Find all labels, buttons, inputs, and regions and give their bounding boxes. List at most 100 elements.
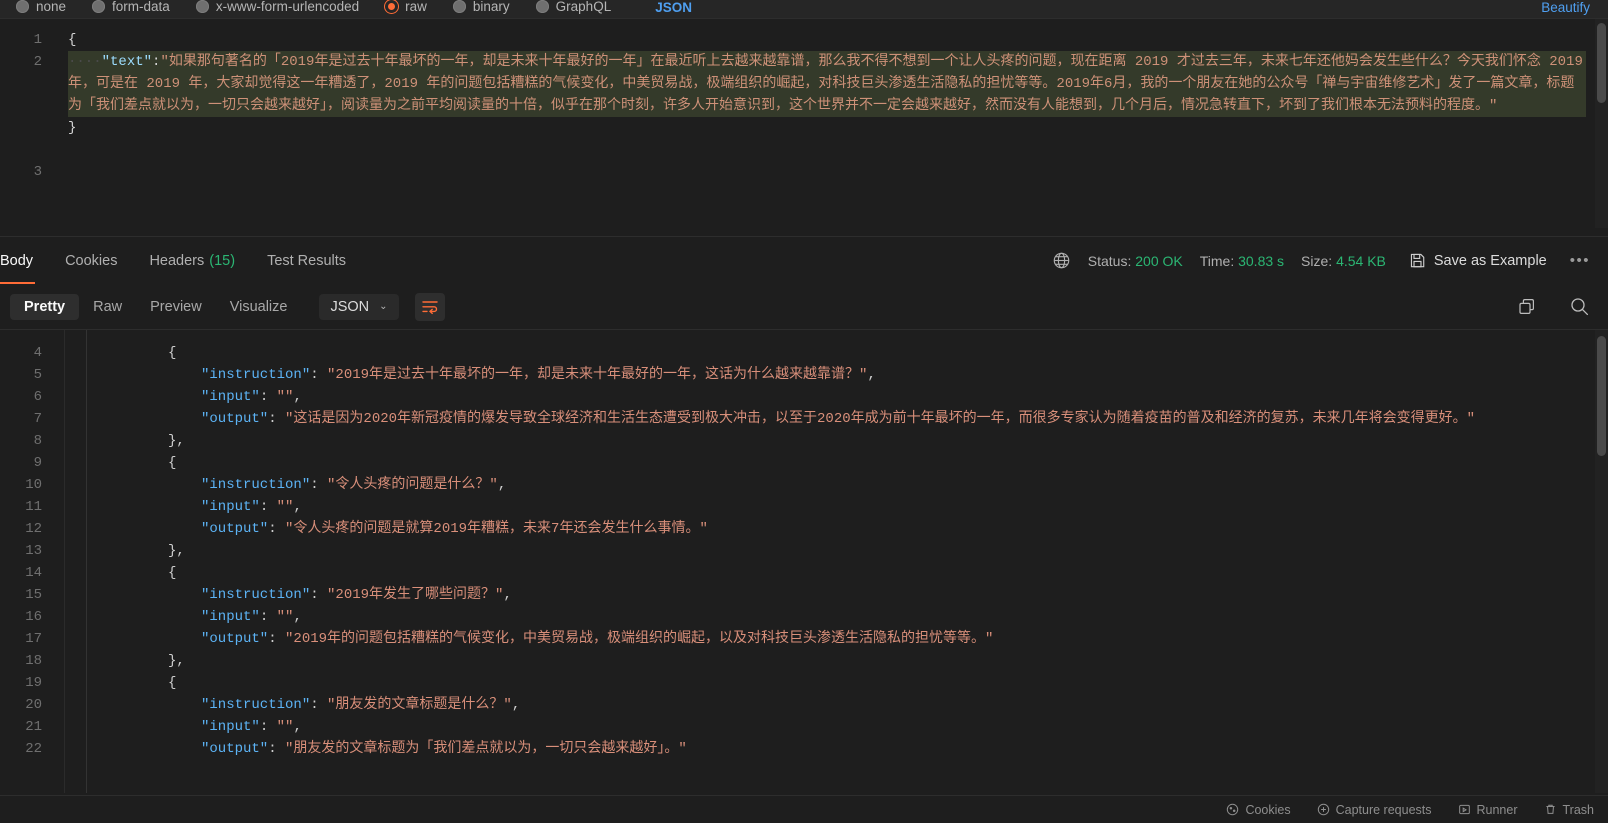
body-type-binary[interactable]: binary — [452, 0, 510, 18]
tab-headers[interactable]: Headers (15) — [133, 237, 251, 285]
request-body-editor[interactable]: 1 2 3 { ····"text":"如果那句著名的「2019年是过去十年最坏… — [0, 18, 1608, 228]
statusbar-label: Runner — [1476, 802, 1518, 817]
body-type-x-www-form-urlencoded[interactable]: x-www-form-urlencoded — [195, 0, 359, 18]
view-tab-visualize[interactable]: Visualize — [216, 294, 302, 320]
request-body-type-row: none form-data x-www-form-urlencoded raw… — [0, 0, 1608, 18]
request-code-line-3: } — [68, 117, 1586, 139]
response-code-line: }, — [102, 430, 1586, 452]
tab-test-results[interactable]: Test Results — [251, 237, 362, 285]
response-line-numbers: 4 5 6 7 8 9 10 11 12 13 14 15 16 17 18 19 20 21 22 — [0, 330, 56, 793]
statusbar-cookies[interactable]: Cookies — [1226, 802, 1291, 817]
statusbar-label: Cookies — [1245, 802, 1291, 817]
beautify-button[interactable]: Beautify — [1541, 0, 1590, 15]
json-key: "output" — [201, 741, 269, 757]
json-punc: , — [503, 587, 512, 603]
json-key: "input" — [201, 499, 260, 515]
statusbar-runner[interactable]: Runner — [1458, 803, 1518, 817]
body-type-label: none — [36, 0, 67, 14]
response-toolbar-actions — [1517, 296, 1590, 317]
request-code-line-1: { — [68, 29, 1586, 51]
line-number: 16 — [25, 609, 42, 625]
tab-body[interactable]: Body — [0, 237, 49, 285]
response-code-line: "output": "令人头疼的问题是就算2019年糟糕，未来7年还会发生什么事… — [102, 518, 1586, 540]
request-scrollbar-thumb[interactable] — [1597, 23, 1606, 103]
json-punc: : — [259, 719, 277, 735]
response-meta: Status: 200 OK Time: 30.83 s Size: 4.54 … — [1052, 251, 1590, 270]
json-key: "instruction" — [201, 367, 311, 383]
response-body-viewer[interactable]: 4 5 6 7 8 9 10 11 12 13 14 15 16 17 18 19 20 21 22 {"instr… — [0, 330, 1608, 793]
tab-label: Body — [0, 252, 34, 269]
json-punc: , — [497, 477, 507, 493]
request-scrollbar-track[interactable] — [1595, 19, 1608, 228]
response-code-line: "output": "朋友发的文章标题为「我们差点就以为，一切只会越来越好」。" — [102, 738, 1586, 760]
word-wrap-toggle[interactable] — [414, 292, 445, 321]
globe-icon[interactable] — [1052, 251, 1071, 270]
code-fold-column[interactable] — [56, 330, 102, 793]
body-type-none[interactable]: none — [16, 0, 66, 18]
save-as-example-button[interactable]: Save as Example — [1409, 252, 1547, 269]
radio-icon — [195, 0, 209, 13]
response-tabs-bar: Body Cookies Headers (15) Test Results S… — [0, 236, 1608, 285]
request-line-numbers: 1 2 3 — [0, 19, 56, 228]
json-str: "令人头疼的问题是就算2019年糟糕，未来7年还会发生什么事情。" — [285, 521, 708, 537]
response-format-select[interactable]: JSON ⌄ — [319, 293, 399, 320]
statusbar-label: Trash — [1562, 802, 1595, 817]
statusbar-capture-requests[interactable]: Capture requests — [1317, 803, 1432, 817]
json-key: "input" — [201, 389, 260, 405]
radio-icon — [92, 0, 106, 13]
body-type-raw[interactable]: raw — [385, 0, 427, 18]
raw-language-select[interactable]: JSON — [655, 0, 692, 18]
save-as-example-label: Save as Example — [1433, 252, 1547, 269]
json-open-brace: { — [68, 32, 77, 48]
json-punc: { — [168, 565, 177, 581]
line-number: 15 — [25, 587, 42, 603]
response-scrollbar-thumb[interactable] — [1597, 336, 1606, 456]
response-more-menu[interactable]: ••• — [1564, 252, 1590, 269]
json-key: "text" — [101, 54, 153, 70]
json-punc: , — [293, 499, 302, 515]
tab-cookies[interactable]: Cookies — [49, 237, 133, 285]
json-punc: : — [259, 499, 277, 515]
line-number: 19 — [25, 675, 42, 691]
json-punc: { — [168, 675, 177, 691]
statusbar-trash[interactable]: Trash — [1544, 802, 1595, 817]
json-punc: : — [310, 367, 328, 383]
line-number: 18 — [25, 653, 42, 669]
line-number: 1 — [33, 32, 42, 48]
body-type-label: form-data — [112, 0, 170, 14]
response-code[interactable]: { "instruction": "2019年是过去十年最坏的一年，却是未来十年最… — [102, 330, 1608, 793]
copy-icon[interactable] — [1517, 297, 1537, 317]
json-punc: , — [867, 367, 876, 383]
json-punc: : — [268, 741, 286, 757]
body-type-form-data[interactable]: form-data — [92, 0, 170, 18]
response-code-line: "instruction": "2019年发生了哪些问题？", — [102, 584, 1586, 606]
request-code[interactable]: { ····"text":"如果那句著名的「2019年是过去十年最坏的一年，却是… — [56, 19, 1608, 228]
view-tab-preview[interactable]: Preview — [136, 294, 216, 320]
response-code-line: { — [102, 562, 1586, 584]
chevron-down-icon: ⌄ — [379, 301, 388, 312]
line-number: 20 — [25, 697, 42, 713]
response-code-line: { — [102, 342, 1586, 364]
response-code-line: "input": "", — [102, 716, 1586, 738]
view-tab-pretty[interactable]: Pretty — [10, 293, 80, 320]
body-type-graphql[interactable]: GraphQL — [535, 0, 612, 18]
json-punc: : — [259, 609, 277, 625]
runner-icon — [1458, 803, 1471, 816]
line-number: 8 — [33, 433, 42, 449]
search-icon[interactable] — [1569, 296, 1590, 317]
json-str: "2019年是过去十年最坏的一年，却是未来十年最好的一年，这话为什么越来越靠谱？… — [327, 367, 868, 383]
view-tab-raw[interactable]: Raw — [79, 294, 136, 320]
line-number: 9 — [33, 455, 42, 471]
status-label: Status: — [1087, 252, 1132, 269]
line-number: 12 — [25, 521, 42, 537]
capture-icon — [1317, 803, 1330, 816]
line-number: 4 — [33, 345, 42, 361]
json-punc: }, — [168, 433, 185, 449]
indent-guide-1 — [64, 330, 65, 793]
json-str: "" — [276, 719, 294, 735]
body-type-label: GraphQL — [555, 0, 612, 14]
body-type-label: raw — [405, 0, 427, 14]
radio-icon — [452, 0, 466, 13]
line-number: 17 — [25, 631, 42, 647]
json-punc: : — [268, 411, 286, 427]
